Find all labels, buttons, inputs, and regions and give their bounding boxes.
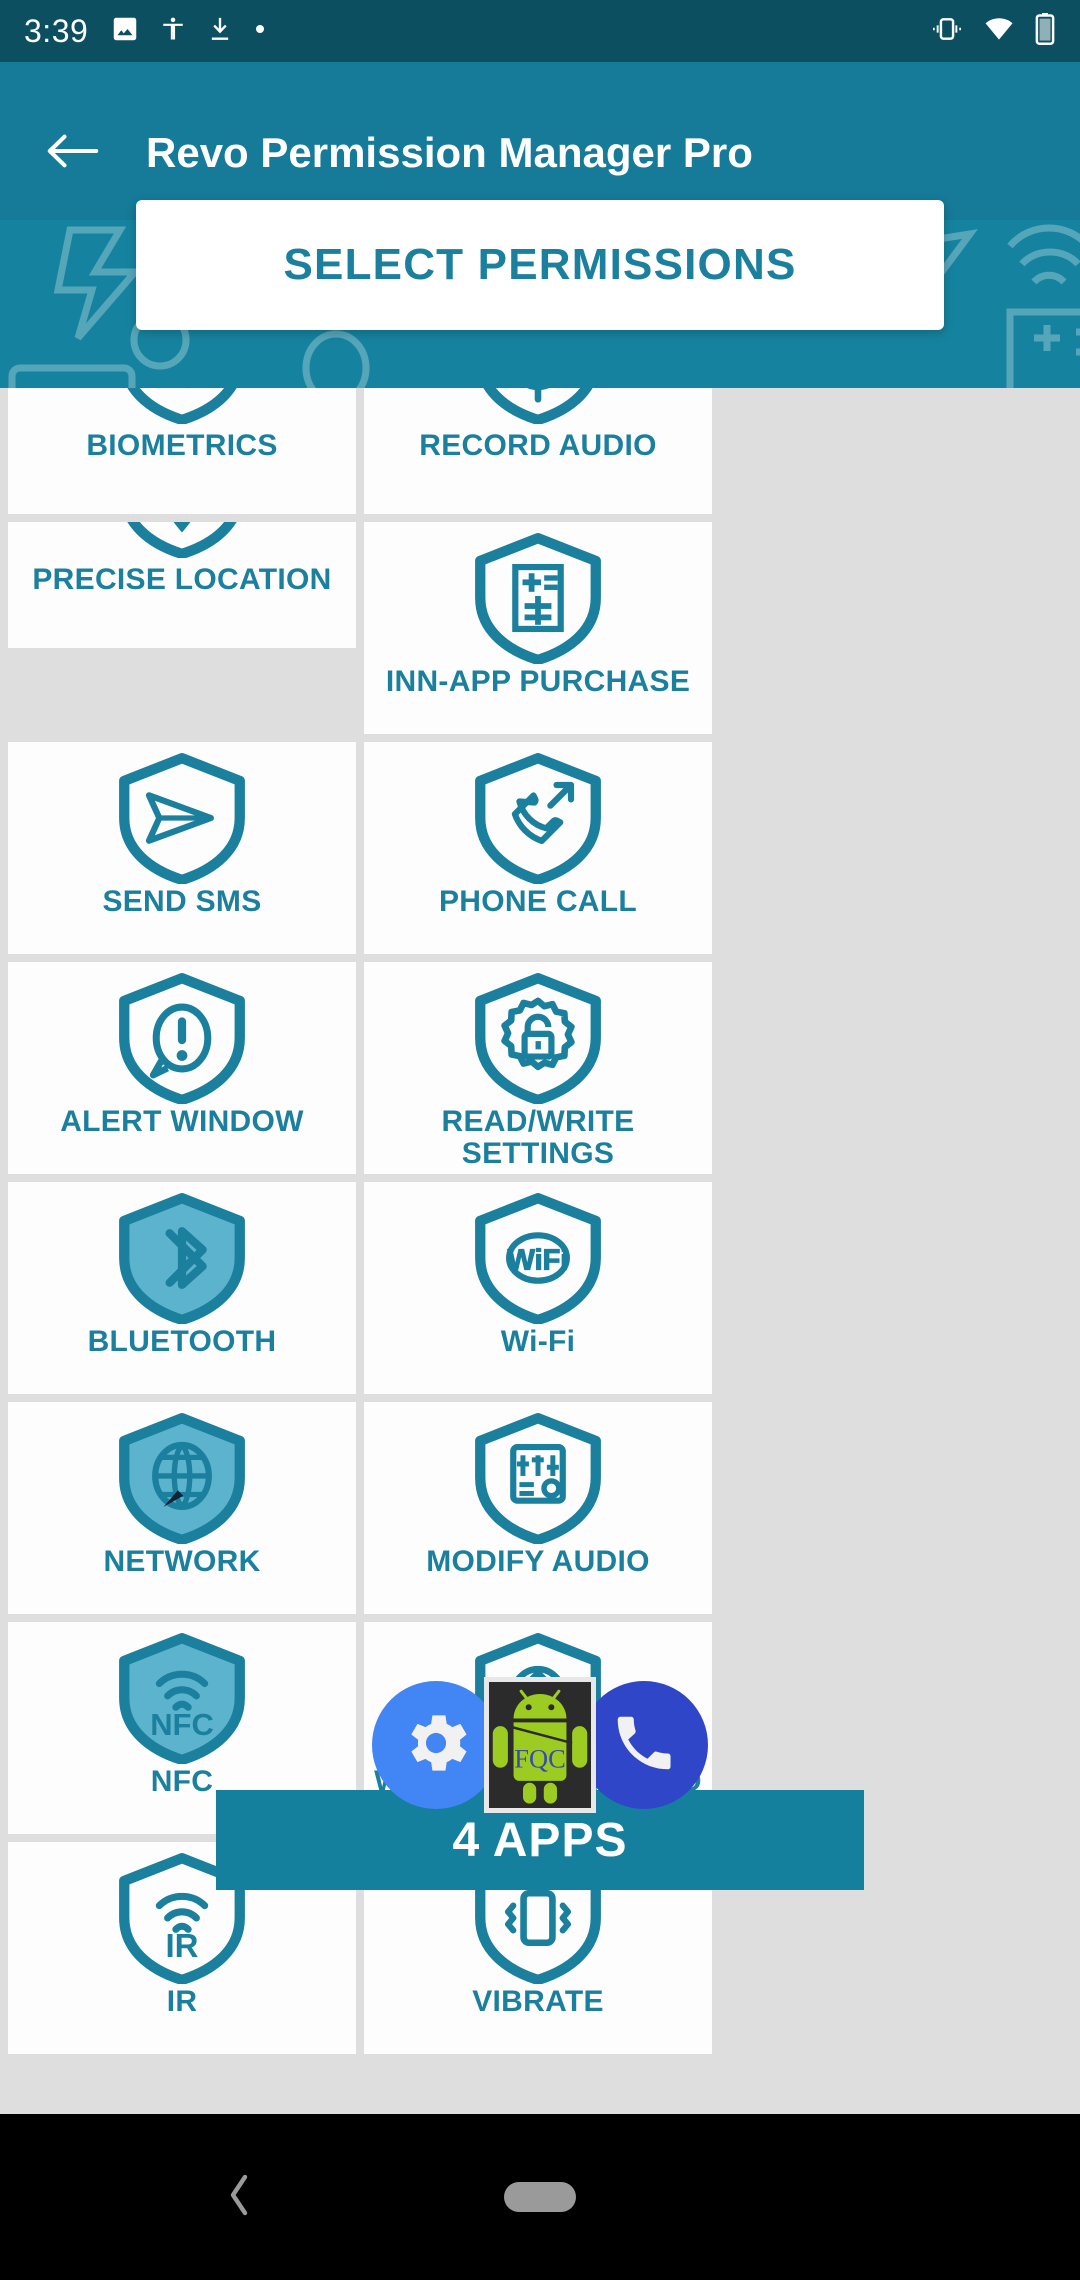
permission-label: BIOMETRICS [86, 429, 278, 462]
permission-label: SEND SMS [102, 885, 262, 918]
permission-label: NETWORK [103, 1545, 261, 1578]
shield-globe-icon [119, 1413, 245, 1544]
battery-icon [1034, 12, 1056, 50]
android-robot-icon: FQC [492, 1689, 588, 1804]
gear-icon [397, 1704, 475, 1787]
svg-text:IR: IR [166, 1927, 199, 1964]
permission-icon-wrap [472, 972, 604, 1104]
permission-label: MODIFY AUDIO [426, 1545, 650, 1578]
back-button[interactable] [18, 98, 128, 208]
bottom-action-row: FQC [0, 1677, 1080, 1813]
page-title: Revo Permission Manager Pro [146, 129, 753, 176]
permission-icon-wrap [116, 972, 248, 1104]
permission-tile[interactable]: RECORD AUDIO [364, 388, 712, 514]
system-nav-bar [0, 2114, 1080, 2280]
shield-microphone-icon [483, 388, 593, 424]
shield-wifi-icon: WiFi [475, 1193, 601, 1324]
status-bar-system-icons [930, 12, 1056, 50]
permission-tile[interactable]: BLUETOOTH [8, 1182, 356, 1394]
status-bar-notification-icons [110, 14, 266, 49]
permission-tile[interactable]: READ/WRITE SETTINGS [364, 962, 712, 1174]
select-permissions-button[interactable]: SELECT PERMISSIONS [136, 200, 944, 330]
accessibility-icon [160, 14, 186, 49]
permission-tile[interactable]: INN-APP PURCHASE [364, 522, 712, 734]
settings-fab[interactable] [372, 1681, 500, 1809]
permission-tile[interactable]: NETWORK [8, 1402, 356, 1614]
permission-tile[interactable]: PHONE CALL [364, 742, 712, 954]
nav-back-button[interactable] [222, 2171, 256, 2224]
permission-label: PHONE CALL [439, 885, 637, 918]
permission-tile[interactable]: MODIFY AUDIO [364, 1402, 712, 1614]
vibrate-icon [930, 14, 964, 49]
dot-icon [254, 22, 266, 40]
shield-receipt-icon [475, 533, 601, 664]
permission-icon-wrap [116, 1412, 248, 1544]
nav-home-pill-icon[interactable] [504, 2182, 576, 2212]
phone-fab[interactable] [580, 1681, 708, 1809]
app-screen: 3:39 Revo Permission Manager Pro BIOMETR… [0, 0, 1080, 2280]
permission-icon-wrap [116, 388, 248, 424]
permission-tile[interactable]: BIOMETRICS [8, 388, 356, 514]
wifi-icon [982, 14, 1016, 49]
permission-tile[interactable]: ALERT WINDOW [8, 962, 356, 1174]
phone-icon [609, 1708, 679, 1783]
app-thumbnail[interactable]: FQC [484, 1677, 596, 1813]
permission-label: RECORD AUDIO [419, 429, 657, 462]
image-icon [110, 14, 140, 49]
permission-label: ALERT WINDOW [60, 1105, 304, 1138]
apps-count-label: 4 APPS [452, 1813, 628, 1867]
download-icon [206, 14, 234, 49]
permission-icon-wrap [472, 752, 604, 884]
permission-label: PRECISE LOCATION [32, 563, 332, 596]
permission-label: BLUETOOTH [87, 1325, 277, 1358]
permission-icon-wrap [472, 532, 604, 664]
permission-tile[interactable]: SEND SMS [8, 742, 356, 954]
permission-tile[interactable]: WiFi Wi-Fi [364, 1182, 712, 1394]
permission-icon-wrap [116, 1192, 248, 1324]
permission-label: READ/WRITE SETTINGS [441, 1105, 635, 1170]
permission-icon-wrap [472, 1412, 604, 1544]
select-permissions-label: SELECT PERMISSIONS [283, 240, 797, 289]
permission-label: INN-APP PURCHASE [385, 665, 691, 698]
permission-icon-wrap [472, 388, 604, 424]
status-bar: 3:39 [0, 0, 1080, 62]
arrow-left-icon [44, 127, 102, 180]
permission-icon-wrap: WiFi [472, 1192, 604, 1324]
shield-bluetooth-icon [119, 1193, 245, 1324]
app-thumbnail-label: FQC [514, 1744, 565, 1774]
nav-back-icon [222, 2174, 256, 2223]
shield-phone-out-icon [475, 753, 601, 884]
permission-label: IR [166, 1985, 198, 2018]
shield-alert-icon [119, 973, 245, 1104]
shield-location-icon [127, 522, 237, 558]
permission-label: VIBRATE [472, 1985, 604, 2018]
svg-text:WiFi: WiFi [508, 1244, 569, 1276]
shield-send-icon [119, 753, 245, 884]
permission-icon-wrap [116, 522, 248, 558]
permission-icon-wrap [116, 752, 248, 884]
status-bar-clock: 3:39 [24, 12, 89, 49]
permission-label: Wi-Fi [500, 1325, 576, 1358]
shield-mixer-icon [475, 1413, 601, 1544]
permission-tile[interactable]: PRECISE LOCATION [8, 522, 356, 648]
shield-fingerprint-icon [127, 388, 237, 424]
shield-gear-lock-icon [475, 973, 601, 1104]
